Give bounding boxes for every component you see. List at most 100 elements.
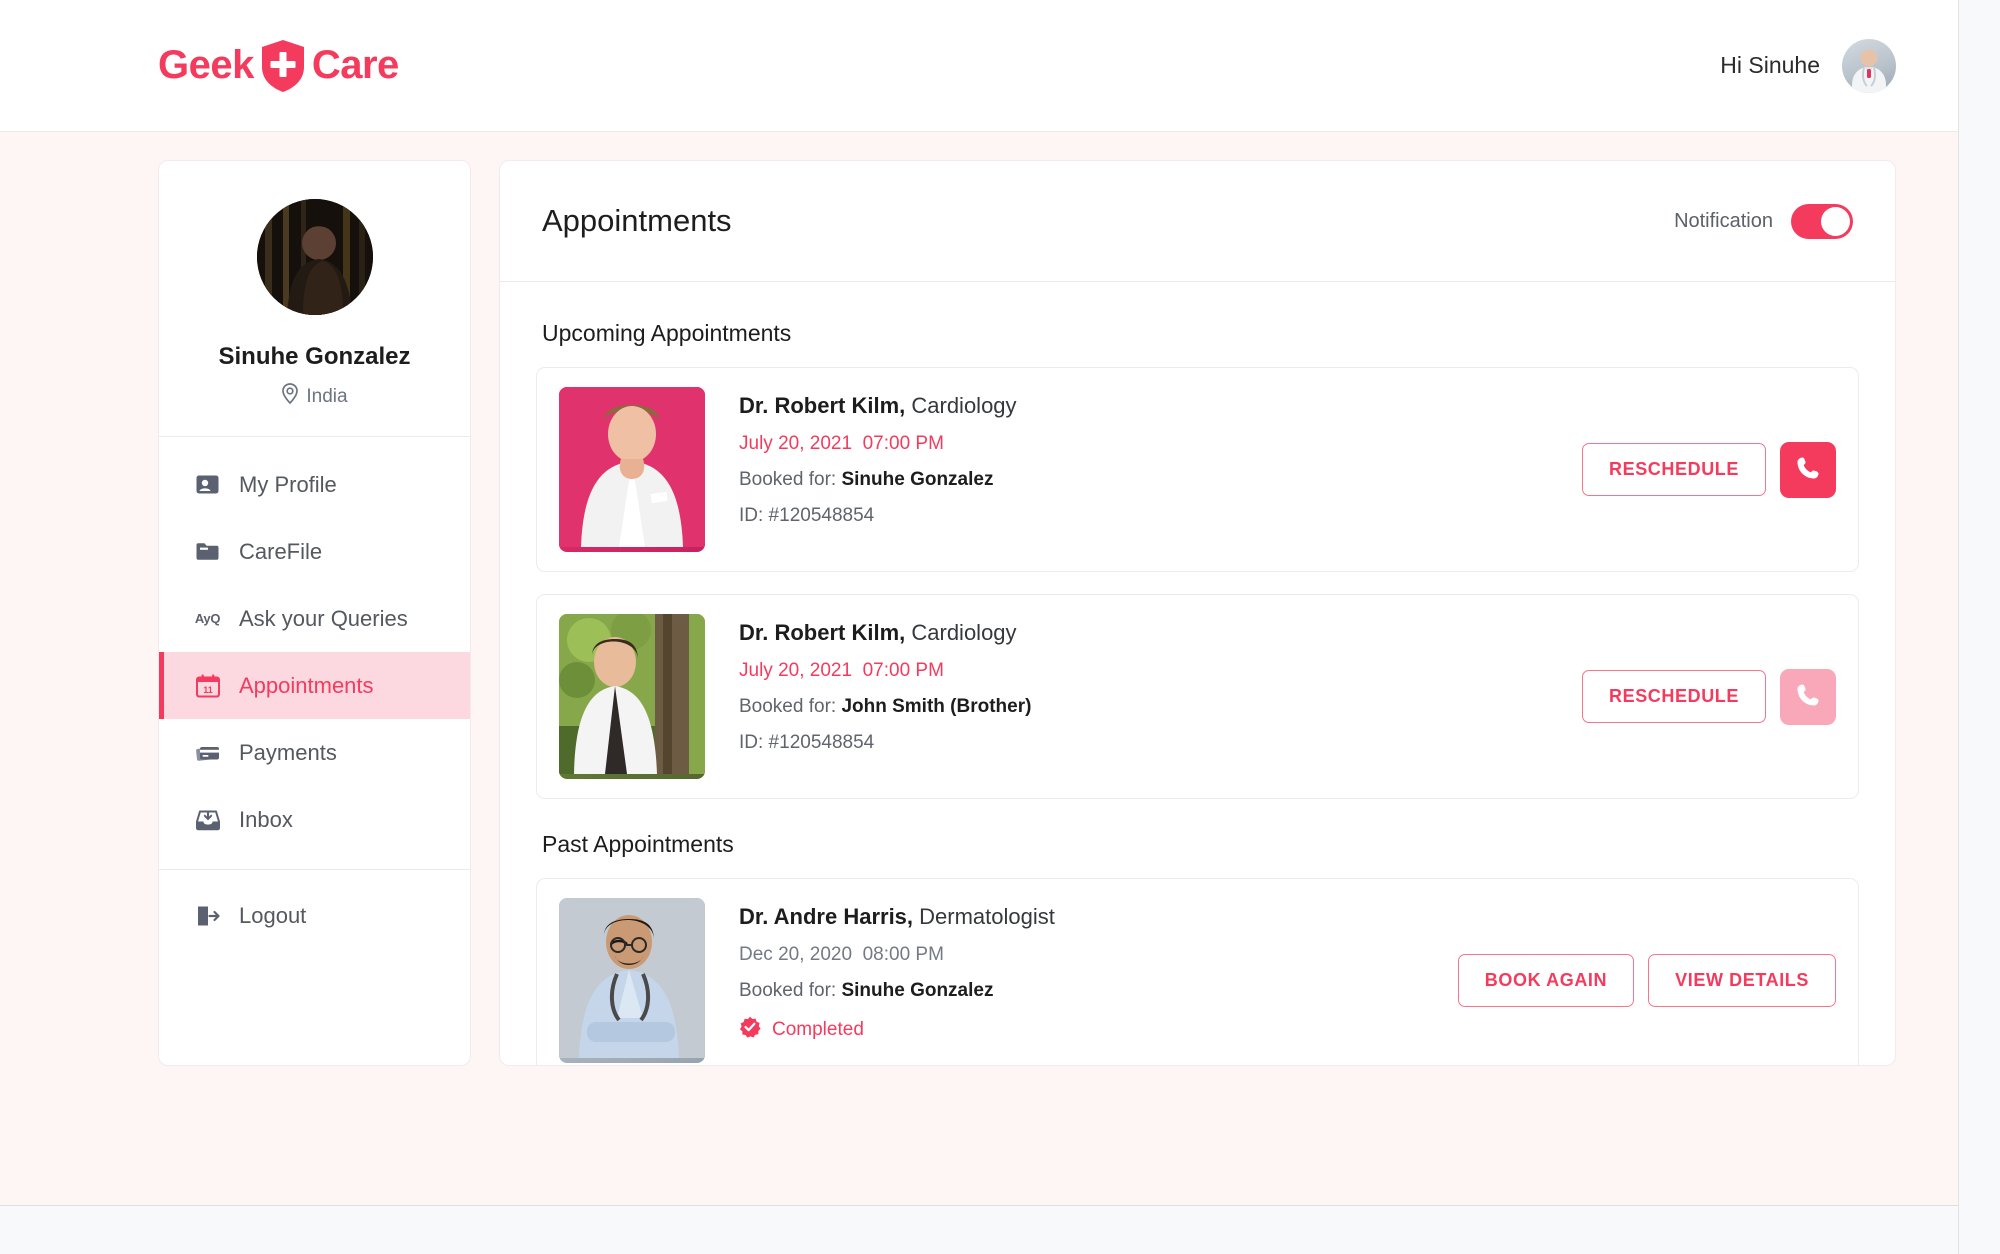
- appointment-actions: RESCHEDULE: [1564, 614, 1836, 779]
- avatar[interactable]: [1842, 38, 1896, 93]
- inbox-icon: [194, 806, 221, 833]
- appointment-actions: BOOK AGAIN VIEW DETAILS: [1440, 898, 1836, 1063]
- doctor-name: Dr. Robert Kilm,: [739, 620, 906, 645]
- doctor-photo: [559, 898, 705, 1063]
- upcoming-section-title: Upcoming Appointments: [542, 320, 792, 346]
- appointment-datetime: July 20, 2021 07:00 PM: [739, 660, 1564, 682]
- booked-for-label: Booked for:: [739, 469, 837, 490]
- app-header: Geek Care Hi Sinuhe: [0, 0, 1958, 132]
- booked-for-line: Booked for: Sinuhe Gonzalez: [739, 469, 1564, 491]
- doctor-photo: [559, 614, 705, 779]
- shield-plus-icon: [260, 39, 306, 93]
- doctor-specialty: Dermatologist: [919, 904, 1055, 929]
- booked-for-line: Booked for: Sinuhe Gonzalez: [739, 980, 1440, 1002]
- appointment-info: Dr. Andre Harris, Dermatologist Dec 20, …: [705, 898, 1440, 1063]
- doctor-specialty: Cardiology: [911, 620, 1017, 645]
- status-label: Completed: [772, 1019, 864, 1040]
- panel-header: Appointments Notification: [500, 161, 1895, 282]
- sidebar-item-label: CareFile: [239, 538, 323, 564]
- appointment-date: July 20, 2021: [739, 433, 853, 454]
- brand-logo[interactable]: Geek Care: [158, 39, 399, 93]
- appointment-card[interactable]: Dr. Robert Kilm, Cardiology July 20, 202…: [536, 594, 1859, 799]
- reschedule-button[interactable]: RESCHEDULE: [1581, 443, 1766, 496]
- ayq-icon-label: AyQ: [194, 611, 221, 626]
- app-root: Geek Care Hi Sinuhe Sinuhe Gonzalez Indi…: [0, 0, 1958, 1205]
- header-user-area: Hi Sinuhe: [1720, 38, 1896, 93]
- main-panel: Appointments Notification Upcoming Appoi…: [499, 160, 1896, 1066]
- appointment-id: ID: #120548854: [739, 732, 875, 753]
- appointment-info: Dr. Robert Kilm, Cardiology July 20, 202…: [705, 387, 1564, 552]
- appointment-actions: RESCHEDULE: [1564, 387, 1836, 552]
- sidebar-divider: [159, 869, 470, 870]
- reschedule-button[interactable]: RESCHEDULE: [1581, 670, 1766, 723]
- booked-for-value: Sinuhe Gonzalez: [841, 980, 994, 1001]
- appointment-info: Dr. Robert Kilm, Cardiology July 20, 202…: [705, 614, 1564, 779]
- call-button[interactable]: [1780, 668, 1836, 725]
- appointment-time: 07:00 PM: [862, 433, 944, 454]
- booked-for-line: Booked for: John Smith (Brother): [739, 696, 1564, 718]
- user-card-icon: [194, 471, 221, 498]
- screen: Geek Care Hi Sinuhe Sinuhe Gonzalez Indi…: [0, 0, 2000, 1254]
- phone-icon: [1795, 682, 1821, 711]
- toggle-knob: [1821, 206, 1850, 236]
- notification-control: Notification: [1674, 203, 1853, 239]
- booked-for-value: John Smith (Brother): [841, 696, 1032, 717]
- svg-text:11: 11: [203, 685, 213, 695]
- footer-strip: [0, 1205, 1958, 1254]
- doctor-photo: [559, 387, 705, 552]
- logo-text-right: Care: [311, 43, 399, 87]
- doctor-name: Dr. Andre Harris,: [739, 904, 914, 929]
- booked-for-label: Booked for:: [739, 696, 837, 717]
- sidebar-item-label: Ask your Queries: [239, 605, 408, 631]
- profile-location-label: India: [306, 385, 348, 407]
- appointment-time: 07:00 PM: [862, 660, 944, 681]
- sidebar-item-inbox[interactable]: Inbox: [159, 786, 470, 853]
- sidebar-item-my-profile[interactable]: My Profile: [159, 451, 470, 518]
- page-title: Appointments: [542, 203, 732, 238]
- notification-toggle[interactable]: [1791, 203, 1853, 239]
- doctor-line: Dr. Robert Kilm, Cardiology: [739, 620, 1564, 646]
- book-again-button[interactable]: BOOK AGAIN: [1457, 954, 1635, 1007]
- browser-gutter: [1958, 0, 2000, 1254]
- doctor-specialty: Cardiology: [911, 393, 1017, 418]
- appointment-date: July 20, 2021: [739, 660, 853, 681]
- sidebar-nav: My Profile CareFile AyQ Ask your Queries…: [159, 437, 470, 949]
- sidebar-item-label: Payments: [239, 739, 337, 765]
- map-pin-icon: [281, 383, 299, 410]
- view-details-button[interactable]: VIEW DETAILS: [1648, 954, 1836, 1007]
- logo-text-left: Geek: [158, 43, 254, 87]
- credit-card-icon: [194, 739, 221, 766]
- doctor-line: Dr. Robert Kilm, Cardiology: [739, 393, 1564, 419]
- calendar-icon: 11: [194, 672, 221, 699]
- sidebar: Sinuhe Gonzalez India My Profile CareFil…: [158, 160, 471, 1066]
- sidebar-item-payments[interactable]: Payments: [159, 719, 470, 786]
- appointment-datetime: July 20, 2021 07:00 PM: [739, 433, 1564, 455]
- sidebar-item-logout[interactable]: Logout: [159, 882, 470, 949]
- sidebar-item-appointments[interactable]: 11 Appointments: [159, 652, 470, 719]
- appointment-card[interactable]: Dr. Robert Kilm, Cardiology July 20, 202…: [536, 367, 1859, 572]
- profile-name: Sinuhe Gonzalez: [218, 343, 411, 370]
- booked-for-label: Booked for:: [739, 980, 837, 1001]
- status-badge: Completed: [739, 1016, 1440, 1044]
- logout-icon: [194, 902, 221, 929]
- past-section-title: Past Appointments: [542, 831, 734, 857]
- appointment-card[interactable]: Dr. Andre Harris, Dermatologist Dec 20, …: [536, 878, 1859, 1065]
- appointment-datetime: Dec 20, 2020 08:00 PM: [739, 944, 1440, 966]
- user-greeting: Hi Sinuhe: [1720, 52, 1820, 78]
- notification-label: Notification: [1674, 209, 1773, 232]
- sidebar-profile: Sinuhe Gonzalez India: [159, 161, 470, 437]
- sidebar-item-ask-your-queries[interactable]: AyQ Ask your Queries: [159, 585, 470, 652]
- sidebar-item-carefile[interactable]: CareFile: [159, 518, 470, 585]
- appointment-id: ID: #120548854: [739, 505, 875, 526]
- appointments-content: Upcoming Appointments Dr. Robert Kilm, C…: [500, 282, 1895, 1065]
- verified-check-icon: [739, 1016, 761, 1044]
- profile-photo[interactable]: [256, 199, 373, 315]
- sidebar-item-label: Appointments: [239, 672, 374, 698]
- call-button[interactable]: [1780, 441, 1836, 498]
- ayq-text-icon: AyQ: [194, 605, 221, 632]
- folder-icon: [194, 538, 221, 565]
- doctor-name: Dr. Robert Kilm,: [739, 393, 906, 418]
- sidebar-item-label: Logout: [239, 902, 307, 928]
- page-body: Sinuhe Gonzalez India My Profile CareFil…: [0, 132, 1958, 1066]
- profile-location: India: [159, 383, 470, 410]
